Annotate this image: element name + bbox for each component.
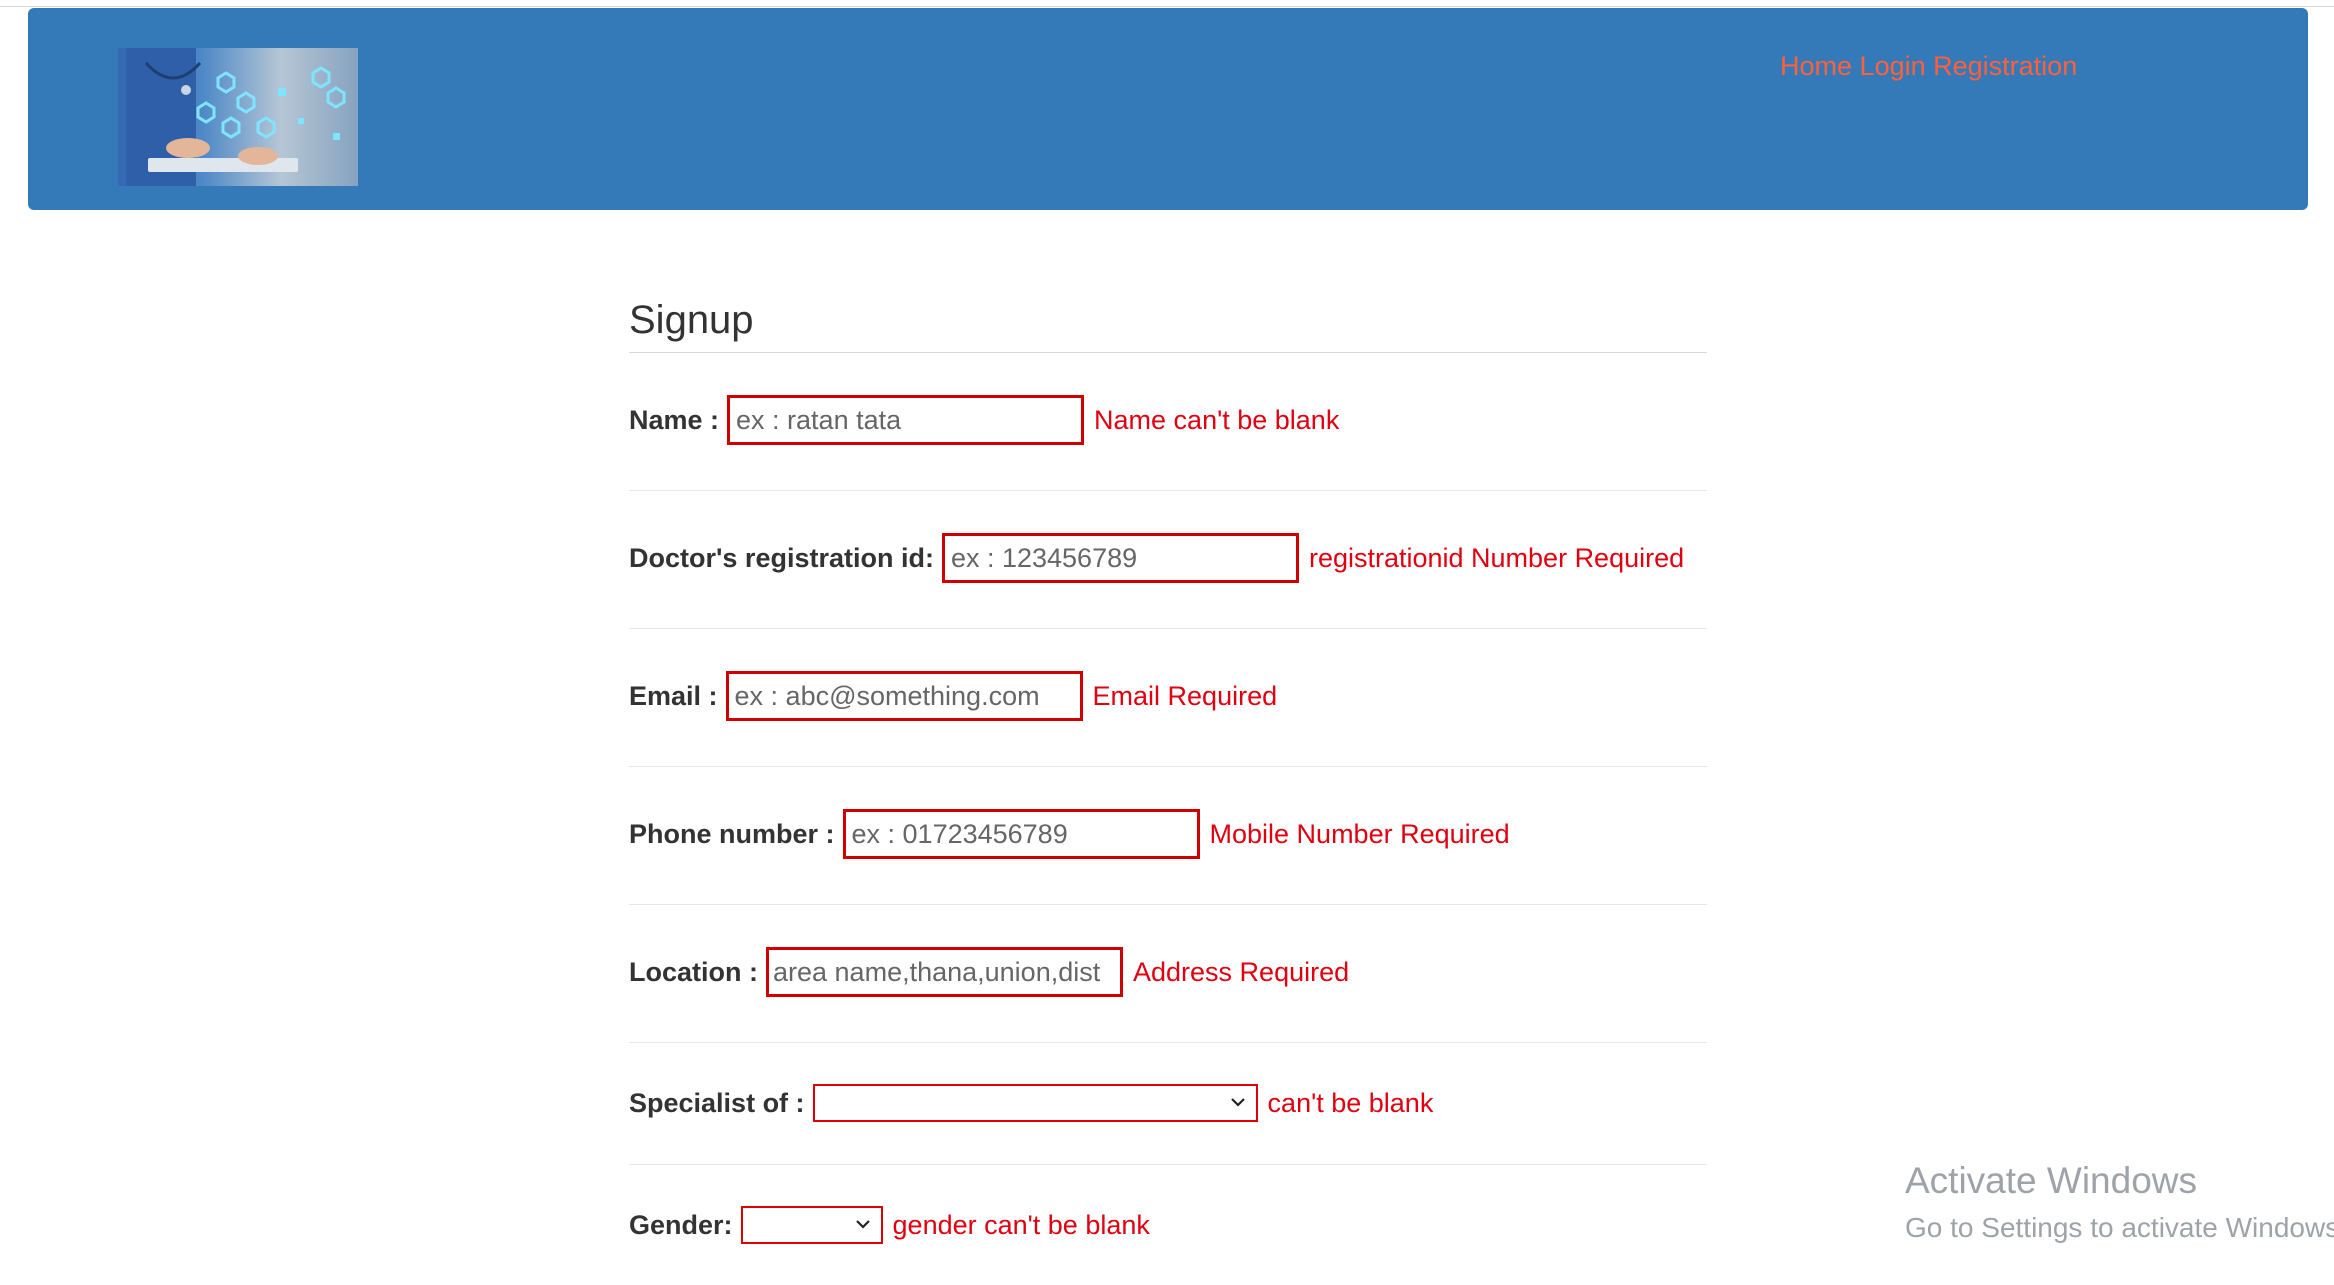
- name-placeholder: ex : ratan tata: [736, 404, 902, 435]
- phone-label: Phone number :: [629, 818, 835, 849]
- gender-error: gender can't be blank: [892, 1209, 1150, 1240]
- registration-id-placeholder: ex : 123456789: [950, 542, 1138, 573]
- name-error: Name can't be blank: [1094, 404, 1340, 435]
- location-row: Location : area name,thana,union,dist Ad…: [629, 905, 1707, 1043]
- page: Home Login Registration Signup Name : ex…: [0, 0, 2334, 1285]
- doctor-logo-image[interactable]: [118, 48, 358, 186]
- email-row: Email : ex : abc@something.com Email Req…: [629, 629, 1707, 767]
- location-label: Location :: [629, 956, 758, 987]
- gender-row: Gender: gender can't be blank: [629, 1165, 1707, 1285]
- doctor-illustration-icon: [126, 48, 346, 186]
- registration-id-error: registrationid Number Required: [1308, 542, 1685, 573]
- header-bar: Home Login Registration: [28, 8, 2308, 210]
- top-divider: [0, 6, 2334, 7]
- location-placeholder: area name,thana,union,dist: [773, 956, 1101, 987]
- registration-id-row: Doctor's registration id: ex : 123456789…: [629, 491, 1707, 629]
- registration-id-input[interactable]: ex : 123456789: [941, 533, 1299, 583]
- name-label: Name :: [629, 404, 720, 435]
- name-input[interactable]: ex : ratan tata: [727, 395, 1085, 445]
- nav-registration-link[interactable]: Registration: [1933, 51, 2077, 81]
- specialist-row: Specialist of : can't be blank: [629, 1043, 1707, 1165]
- email-error: Email Required: [1092, 680, 1278, 711]
- chevron-down-icon: [855, 1220, 870, 1229]
- registration-id-label: Doctor's registration id:: [629, 542, 934, 573]
- phone-row: Phone number : ex : 01723456789 Mobile N…: [629, 767, 1707, 905]
- watermark-subtitle: Go to Settings to activate Windows.: [1905, 1212, 2334, 1243]
- location-input[interactable]: area name,thana,union,dist: [766, 947, 1123, 997]
- phone-input[interactable]: ex : 01723456789: [842, 809, 1200, 859]
- nav-home-link[interactable]: Home: [1780, 51, 1852, 81]
- name-row: Name : ex : ratan tata Name can't be bla…: [629, 353, 1707, 491]
- activate-windows-watermark: Activate Windows Go to Settings to activ…: [1905, 1160, 2334, 1244]
- watermark-title: Activate Windows: [1905, 1160, 2197, 1201]
- email-input[interactable]: ex : abc@something.com: [725, 671, 1083, 721]
- gender-label: Gender:: [629, 1209, 733, 1240]
- specialist-label: Specialist of :: [629, 1087, 805, 1118]
- location-error: Address Required: [1133, 956, 1350, 987]
- email-placeholder: ex : abc@something.com: [734, 680, 1040, 711]
- specialist-select[interactable]: [812, 1084, 1258, 1122]
- specialist-error: can't be blank: [1267, 1087, 1434, 1118]
- gender-select[interactable]: [740, 1206, 883, 1244]
- signup-form: Signup Name : ex : ratan tata Name can't…: [629, 290, 1707, 1285]
- chevron-down-icon: [1230, 1098, 1245, 1107]
- phone-placeholder: ex : 01723456789: [851, 818, 1068, 849]
- email-label: Email :: [629, 680, 718, 711]
- page-title: Signup: [629, 298, 754, 342]
- phone-error: Mobile Number Required: [1209, 818, 1510, 849]
- nav-links: Home Login Registration: [1780, 51, 2077, 82]
- nav-login-link[interactable]: Login: [1860, 51, 1926, 81]
